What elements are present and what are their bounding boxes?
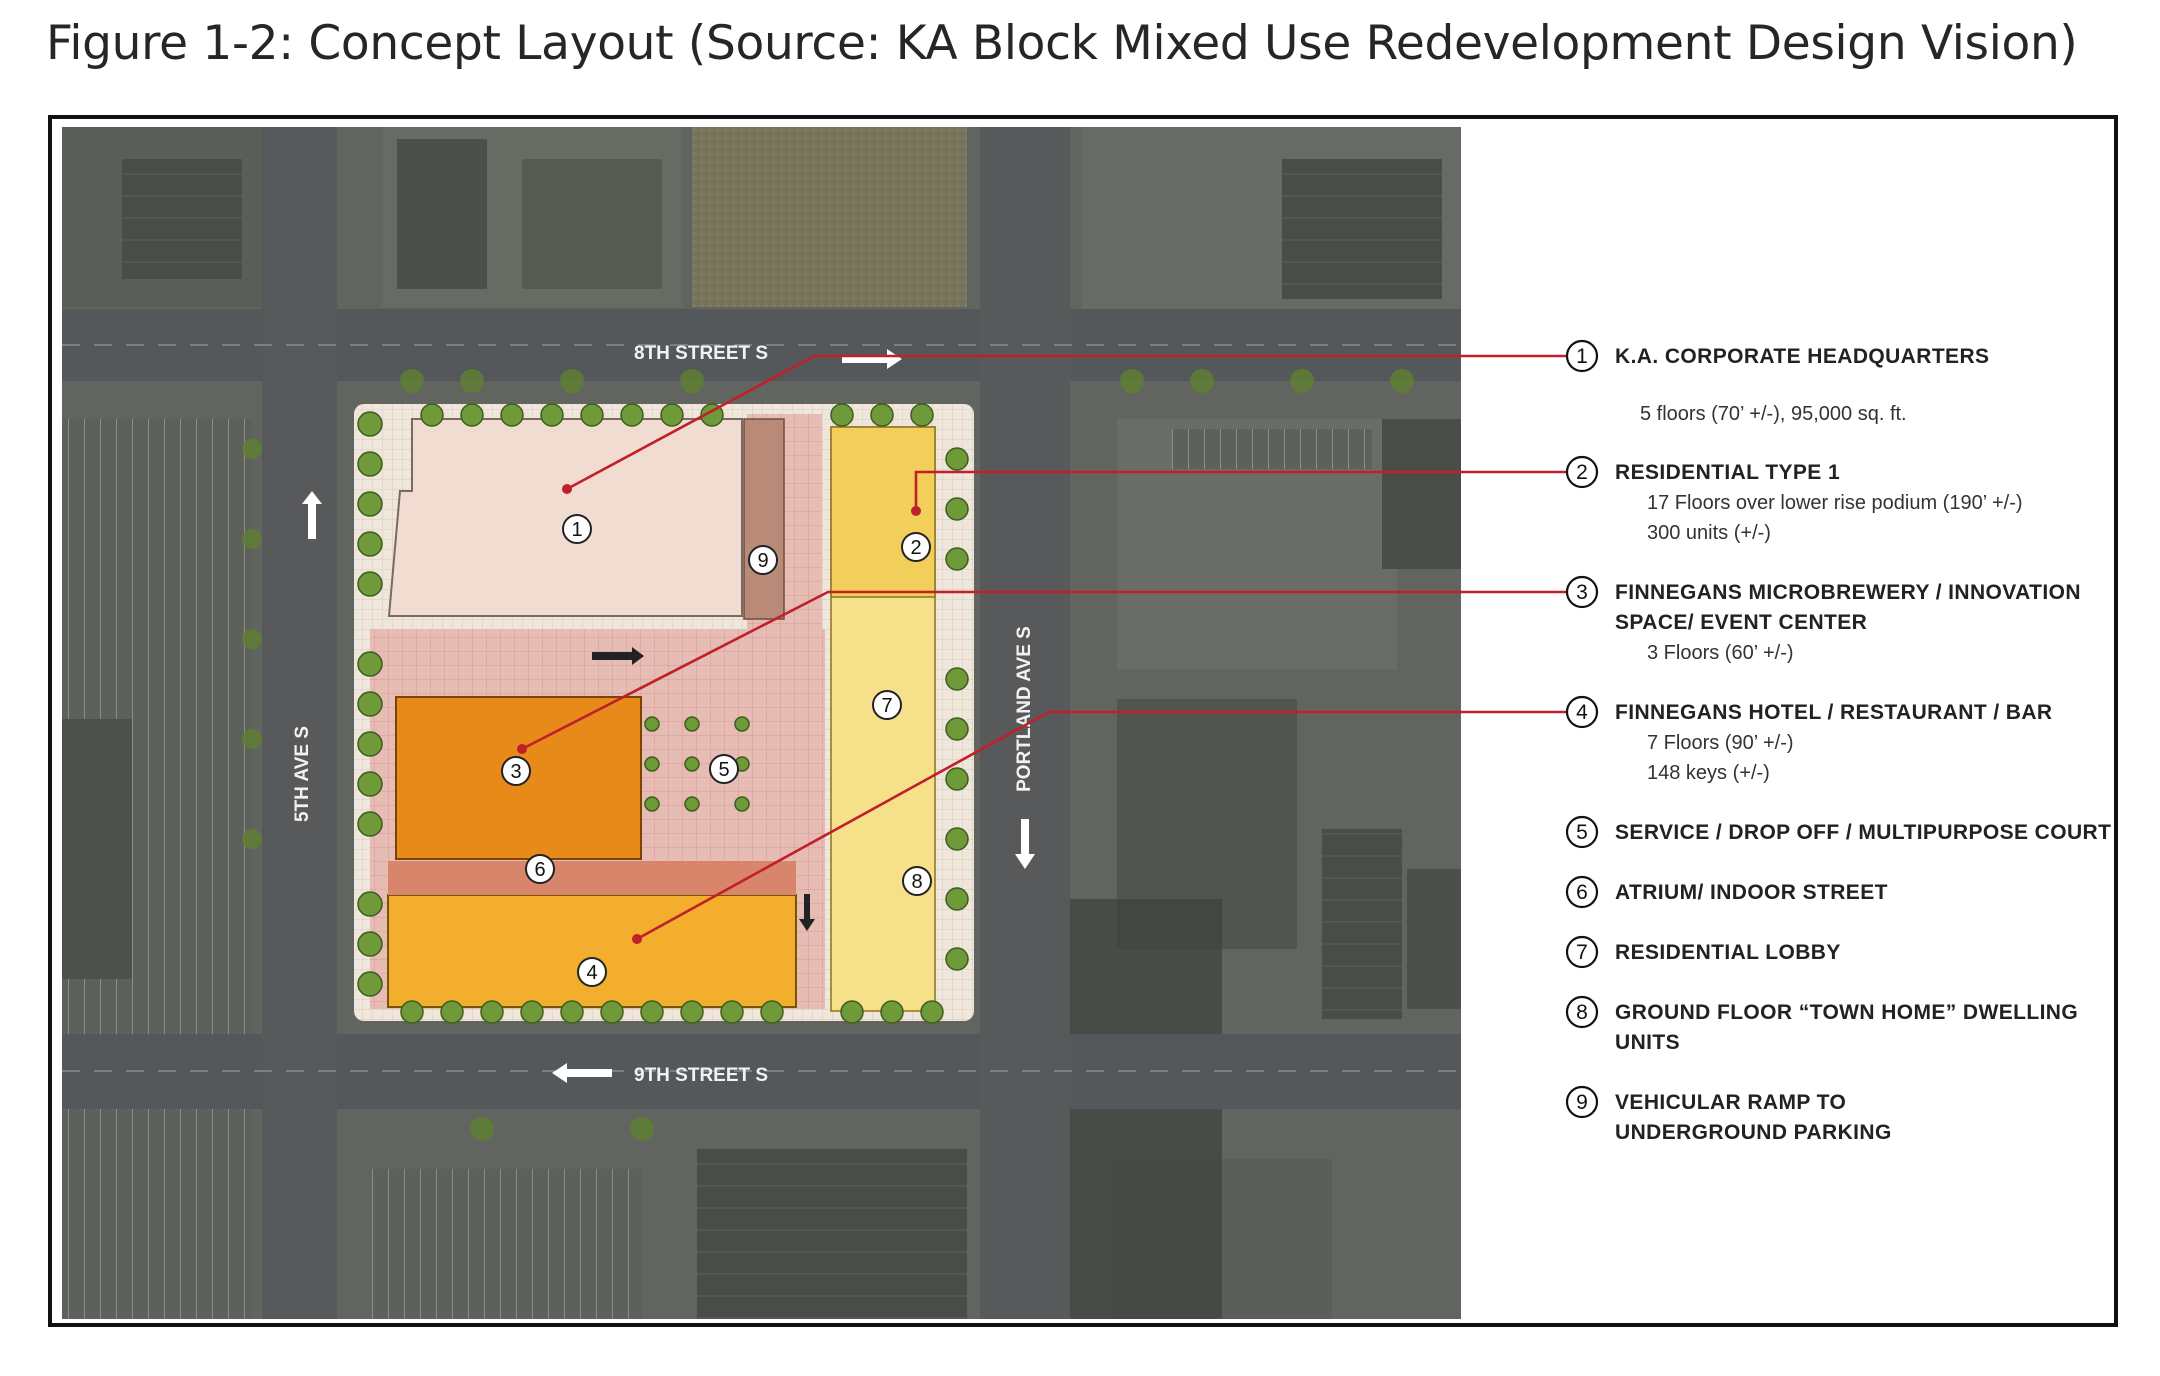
svg-text:5: 5 — [1576, 821, 1588, 844]
building-hotel — [387, 894, 797, 1008]
legend-title-7: RESIDENTIAL LOBBY — [1615, 941, 1841, 964]
east-building-3 — [1322, 829, 1402, 1019]
legend-item-6: 6 ATRIUM/ INDOOR STREET — [1565, 875, 1888, 909]
east-building-1 — [1382, 419, 1461, 569]
svg-text:1: 1 — [1576, 345, 1588, 368]
building-hq — [387, 418, 743, 617]
svg-text:3: 3 — [1576, 581, 1588, 604]
map-marker-2: 2 — [901, 532, 931, 562]
leader-dot-4 — [632, 934, 642, 944]
fifth-ave — [262, 127, 337, 1319]
east-parking-stalls — [1172, 429, 1372, 469]
svg-text:4: 4 — [586, 962, 597, 984]
legend-detail-4a: 7 Floors (90’ +/-) — [1647, 732, 1794, 754]
legend-item-2: 2 RESIDENTIAL TYPE 1 17 Floors over lowe… — [1565, 455, 2023, 544]
legend-title-3b: SPACE/ EVENT CENTER — [1615, 611, 1867, 634]
figure-frame: 8TH STREET S 9TH STREET S 5TH AVE S PORT… — [48, 115, 2118, 1327]
legend-detail-3a: 3 Floors (60’ +/-) — [1647, 642, 1794, 664]
svg-text:8: 8 — [911, 871, 922, 893]
west-building — [62, 719, 132, 979]
leader-dot-1 — [562, 484, 572, 494]
south-west-lot — [62, 1159, 252, 1319]
map-marker-6: 6 — [525, 854, 555, 884]
svg-text:1: 1 — [571, 519, 582, 541]
legend-title-4: FINNEGANS HOTEL / RESTAURANT / BAR — [1615, 701, 2053, 724]
svg-text:9: 9 — [1576, 1091, 1588, 1114]
svg-text:6: 6 — [534, 859, 545, 881]
legend-item-5: 5 SERVICE / DROP OFF / MULTIPURPOSE COUR… — [1565, 815, 2111, 849]
legend-item-7: 7 RESIDENTIAL LOBBY — [1565, 935, 1841, 969]
block-nw-building — [122, 159, 242, 279]
leader-dot-3 — [517, 744, 527, 754]
svg-text:7: 7 — [1576, 941, 1588, 964]
south-building — [697, 1149, 967, 1319]
map-marker-5: 5 — [709, 754, 739, 784]
figure-title: Figure 1-2: Concept Layout (Source: KA B… — [46, 16, 2078, 71]
legend-item-1: 1 K.A. CORPORATE HEADQUARTERS 5 floors (… — [1565, 339, 1989, 425]
atrium — [388, 861, 796, 895]
legend-title-8: GROUND FLOOR “TOWN HOME” DWELLING — [1615, 1001, 2078, 1024]
legend-title-5: SERVICE / DROP OFF / MULTIPURPOSE COURT — [1615, 821, 2111, 844]
legend-title-2: RESIDENTIAL TYPE 1 — [1615, 461, 1840, 484]
svg-text:6: 6 — [1576, 881, 1588, 904]
grass-lot — [692, 127, 967, 307]
street-label-9th: 9TH STREET S — [634, 1065, 768, 1086]
svg-text:5: 5 — [718, 759, 729, 781]
legend-title-6: ATRIUM/ INDOOR STREET — [1615, 881, 1888, 904]
concept-layout-diagram: 8TH STREET S 9TH STREET S 5TH AVE S PORT… — [62, 127, 2111, 1319]
map-marker-8: 8 — [902, 866, 932, 896]
map-marker-1: 1 — [562, 514, 592, 544]
svg-text:3: 3 — [510, 761, 521, 783]
legend-item-4: 4 FINNEGANS HOTEL / RESTAURANT / BAR 7 F… — [1565, 695, 2053, 784]
legend-title-9: VEHICULAR RAMP TO — [1615, 1091, 1846, 1114]
legend-detail-2a: 17 Floors over lower rise podium (190’ +… — [1647, 492, 2023, 514]
south-parking-lot — [372, 1169, 642, 1319]
block-ne-building — [1282, 159, 1442, 299]
block-n-building-1 — [397, 139, 487, 289]
svg-text:4: 4 — [1576, 701, 1588, 724]
legend-detail-1a: 5 floors (70’ +/-), 95,000 sq. ft. — [1640, 403, 1907, 425]
block-n-building-2 — [522, 159, 662, 289]
map-marker-4: 4 — [577, 957, 607, 987]
street-label-portland: PORTLAND AVE S — [1014, 626, 1035, 792]
map-marker-7: 7 — [872, 690, 902, 720]
map-marker-3: 3 — [501, 756, 531, 786]
leader-dot-2 — [911, 506, 921, 516]
svg-text:8: 8 — [1576, 1001, 1588, 1024]
legend-detail-4b: 148 keys (+/-) — [1647, 762, 1770, 784]
svg-text:2: 2 — [1576, 461, 1588, 484]
svg-text:9: 9 — [757, 550, 768, 572]
svg-text:7: 7 — [881, 695, 892, 717]
legend-item-8: 8 GROUND FLOOR “TOWN HOME” DWELLING UNIT… — [1565, 995, 2078, 1054]
legend-detail-2b: 300 units (+/-) — [1647, 522, 1771, 544]
svg-text:2: 2 — [910, 537, 921, 559]
building-ramp-9 — [743, 418, 785, 620]
legend-title-3: FINNEGANS MICROBREWERY / INNOVATION — [1615, 581, 2081, 604]
legend: 1 K.A. CORPORATE HEADQUARTERS 5 floors (… — [1565, 339, 2111, 1144]
legend-title-9b: UNDERGROUND PARKING — [1615, 1121, 1892, 1144]
legend-item-3: 3 FINNEGANS MICROBREWERY / INNOVATION SP… — [1565, 575, 2081, 664]
map-marker-9: 9 — [748, 545, 778, 575]
legend-item-9: 9 VEHICULAR RAMP TO UNDERGROUND PARKING — [1565, 1085, 1892, 1144]
aerial-map: 8TH STREET S 9TH STREET S 5TH AVE S PORT… — [62, 127, 1566, 1319]
legend-title-1: K.A. CORPORATE HEADQUARTERS — [1615, 345, 1989, 368]
street-label-5th: 5TH AVE S — [292, 726, 313, 822]
legend-title-8b: UNITS — [1615, 1031, 1680, 1054]
east-building-4 — [1407, 869, 1461, 1009]
street-label-8th: 8TH STREET S — [634, 343, 768, 364]
